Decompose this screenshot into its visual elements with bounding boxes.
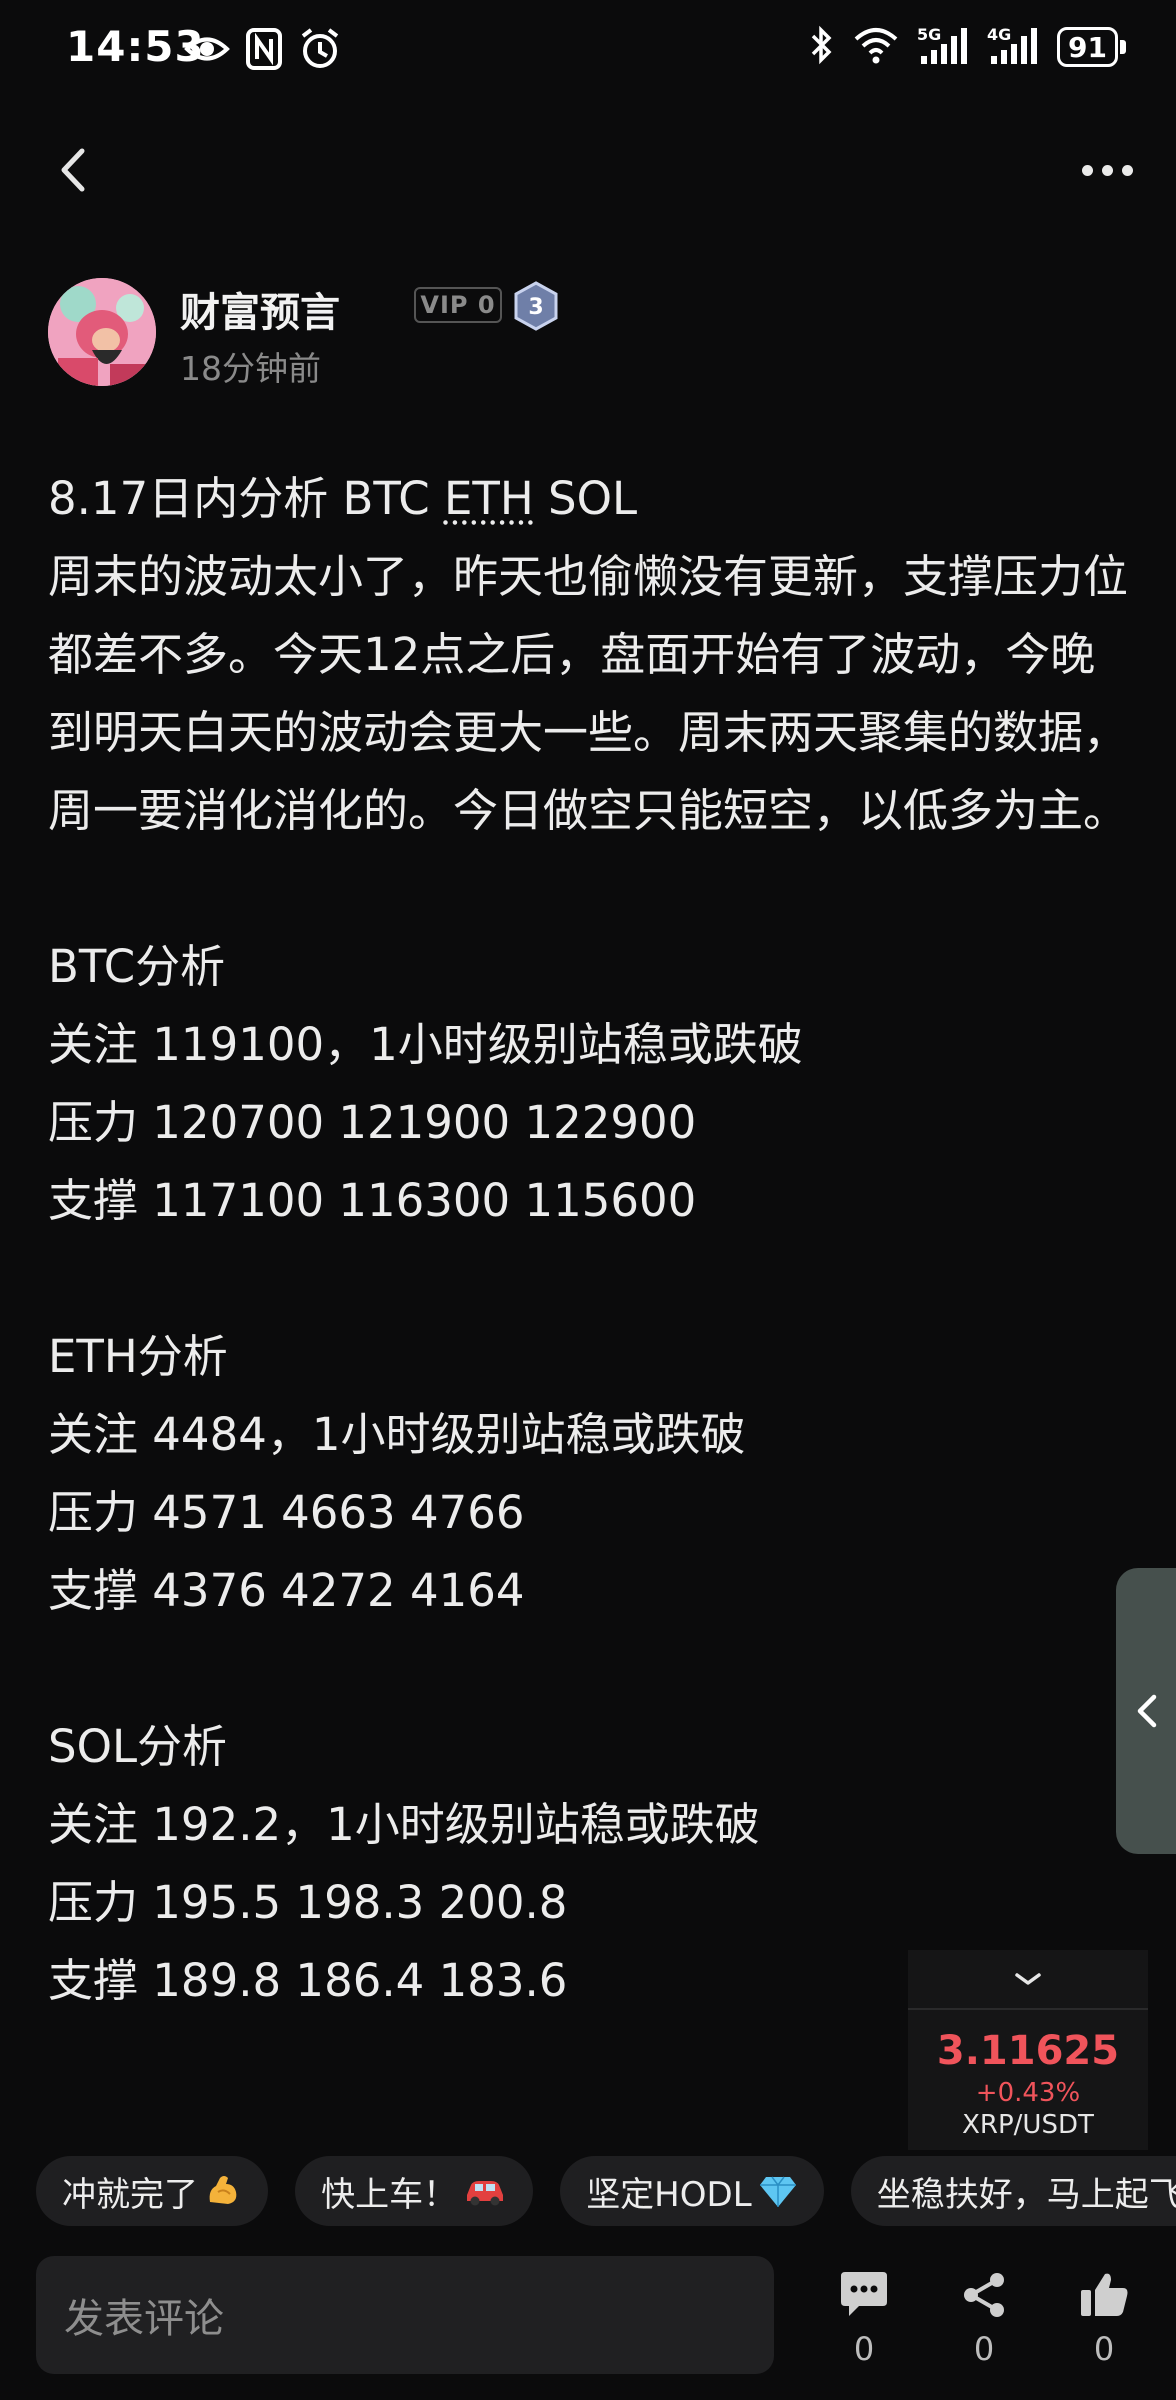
like-button[interactable]: 0 [1064,2270,1144,2380]
post-intro: 周末的波动太小了，昨天也偷懒没有更新，支撑压力位都差不多。今天12点之后，盘面开… [48,550,1129,837]
share-icon [964,2273,1004,2317]
like-count: 0 [1093,2330,1115,2368]
chevron-left-icon [1137,1694,1157,1728]
level-badge: 3 [512,281,560,331]
thumbs-up-icon [1081,2273,1128,2316]
more-options-button[interactable] [1072,140,1142,200]
status-left-icons [184,26,342,76]
eth-watch: 关注 4484，1小时级别站稳或跌破 [48,1408,746,1461]
battery-level: 91 [1057,27,1118,67]
sol-heading: SOL分析 [48,1720,228,1773]
post-body: 8.17日内分析 BTC ETH SOL 周末的波动太小了，昨天也偷懒没有更新，… [48,460,1138,2020]
share-count: 0 [973,2330,995,2368]
eth-support: 支撑 4376 4272 4164 [48,1564,525,1617]
price-widget[interactable]: 3.11625 +0.43% XRP/USDT [908,1950,1148,2150]
chip-get-on[interactable]: 快上车！ [295,2156,534,2226]
author-name[interactable]: 财富预言 [180,280,340,338]
back-button[interactable] [44,140,104,200]
comment-count: 0 [853,2330,875,2368]
chip-take-off[interactable]: 坐稳扶好，马上起飞 [850,2156,1176,2226]
bluetooth-icon [809,24,835,70]
chip-hodl[interactable]: 坚定HODL [560,2156,824,2226]
avatar[interactable] [48,278,156,386]
status-right-icons: 5G 4G 91 [809,24,1126,70]
comment-icon [841,2272,887,2316]
avatar-image [48,278,156,386]
widget-pair: XRP/USDT [962,2110,1094,2140]
eth-resistance: 压力 4571 4663 4766 [48,1486,525,1539]
eth-heading: ETH分析 [48,1330,228,1383]
sol-resistance: 压力 195.5 198.3 200.8 [48,1876,568,1929]
svg-text:5G: 5G [917,25,941,44]
more-dot-icon [1081,164,1093,176]
chevron-down-icon [1015,1973,1041,1985]
post-time: 18分钟前 [180,349,321,388]
btc-resistance: 压力 120700 121900 122900 [48,1096,697,1149]
top-nav-bar [0,120,1176,220]
btc-heading: BTC分析 [48,940,226,993]
btc-support: 支撑 117100 116300 115600 [48,1174,697,1227]
signal-5g-icon: 5G [917,24,969,70]
battery-icon: 91 [1057,27,1126,67]
svg-text:4G: 4G [987,25,1011,44]
chevron-left-icon [61,148,85,192]
comment-button[interactable]: 0 [824,2270,904,2380]
sol-watch: 关注 192.2，1小时级别站稳或跌破 [48,1798,760,1851]
eye-icon [184,26,230,76]
side-drawer-tab[interactable] [1116,1568,1176,1854]
author-header: 财富预言 VIP 0 3 18分钟前 [48,278,948,388]
quick-reply-chips: 冲就完了 快上车！ 坚定HODL 坐稳扶好，马上起飞 [36,2156,1176,2228]
widget-change: +0.43% [975,2078,1081,2108]
comment-input[interactable]: 发表评论 [36,2256,774,2374]
share-button[interactable]: 0 [944,2270,1024,2380]
wifi-icon [853,25,899,69]
vip-badge: VIP 0 [414,287,502,323]
status-bar: 14:53 5G 4G 91 [0,0,1176,100]
hexagon-level-icon: 3 [514,281,558,331]
collapse-widget-button[interactable] [908,1950,1148,2010]
bottom-bar: 发表评论 0 0 0 [0,2250,1176,2400]
signal-4g-icon: 4G [987,24,1039,70]
level-number: 3 [528,295,543,320]
chip-charge[interactable]: 冲就完了 [36,2156,268,2226]
car-icon [463,2175,507,2207]
eth-ticker-link[interactable]: ETH [444,472,534,525]
alarm-icon [298,26,342,76]
post-title: 8.17日内分析 BTC ETH SOL [48,472,638,525]
widget-price: 3.11625 [936,2028,1120,2074]
nfc-icon [244,26,284,76]
flexed-biceps-icon [204,2172,242,2210]
btc-watch: 关注 119100，1小时级别站稳或跌破 [48,1018,803,1071]
diamond-icon [758,2173,798,2209]
